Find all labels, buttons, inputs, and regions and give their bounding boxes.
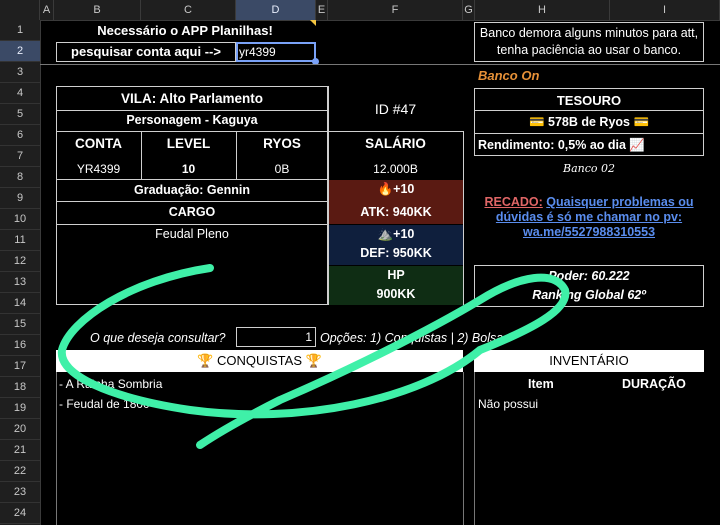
scribble-annotation [57, 264, 570, 449]
